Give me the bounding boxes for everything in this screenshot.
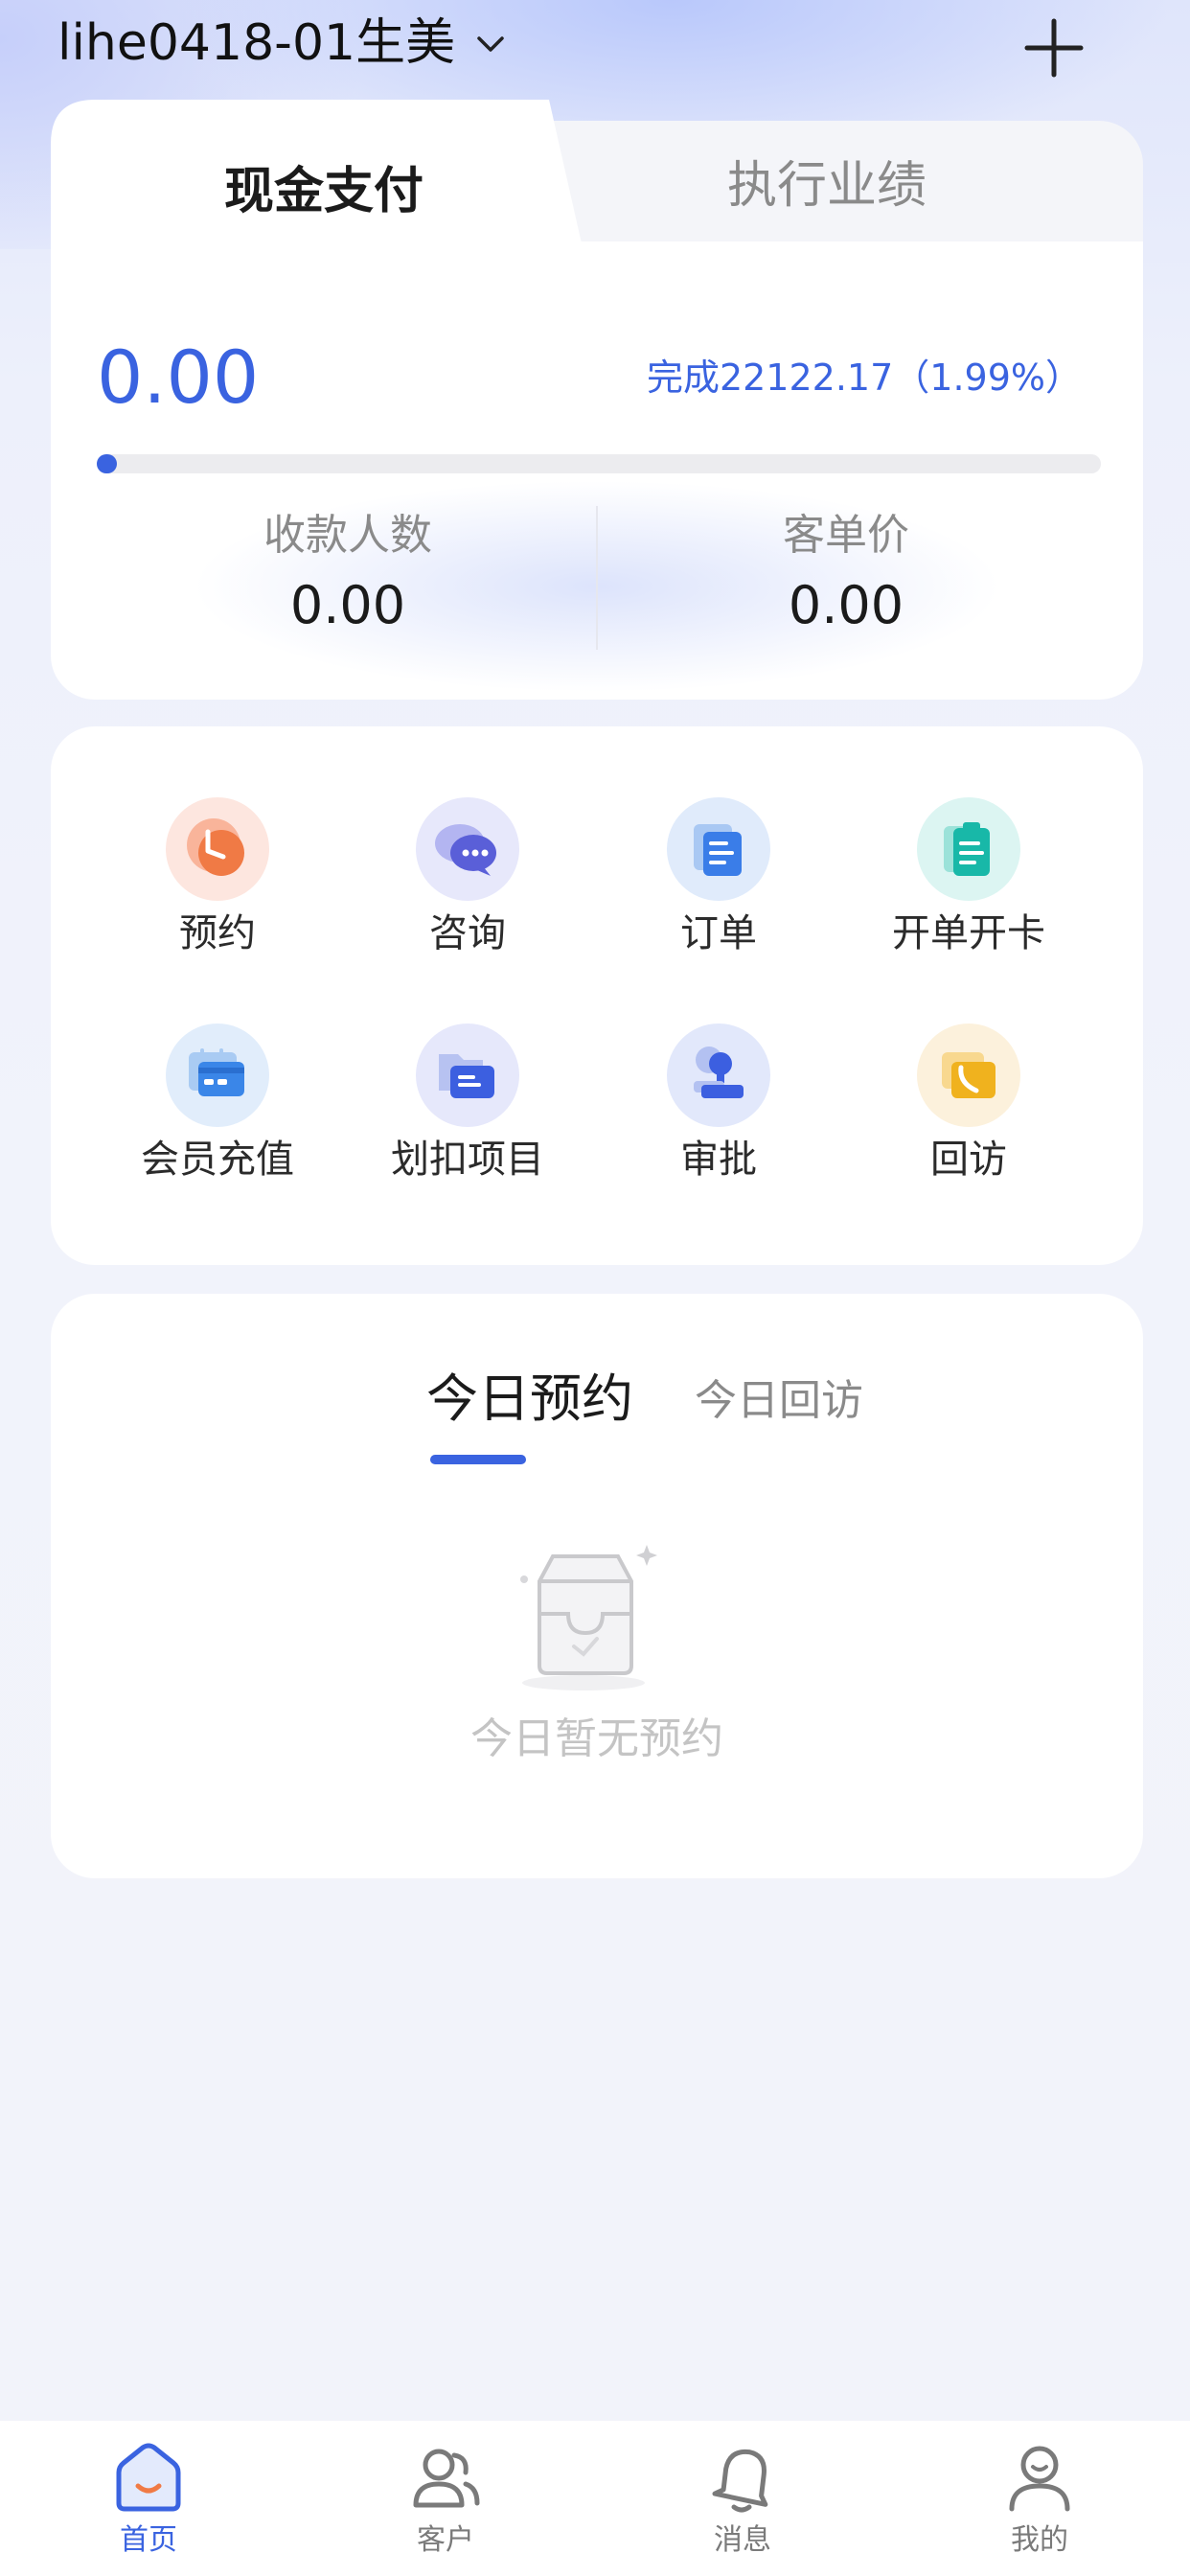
tab-cash-payment[interactable]: 现金支付 [51,144,597,240]
nav-label: 消息 [714,2523,771,2557]
action-approval[interactable]: 审批 [603,1024,833,1215]
bell-icon [712,2449,768,2513]
home-icon [116,2443,181,2512]
stat-value: 0.00 [289,575,406,635]
action-follow-up[interactable]: 回访 [853,1024,1083,1215]
action-order[interactable]: 订单 [603,797,833,989]
tab-today-follow-ups[interactable]: 今日回访 [635,1365,923,1438]
action-label: 会员充值 [141,1138,294,1182]
document-icon [667,797,770,901]
progress-fill [97,454,117,473]
calendar-card-icon [166,1024,269,1127]
performance-card: 现金支付 执行业绩 0.00 完成22122.17（1.99%） 收款人数 0.… [51,100,1143,700]
nav-messages[interactable]: 消息 [594,2421,891,2576]
action-member-recharge[interactable]: 会员充值 [102,1024,332,1215]
action-deduct-item[interactable]: 划扣项目 [352,1024,582,1215]
action-label: 划扣项目 [391,1138,544,1182]
action-label: 开单开卡 [892,911,1045,955]
empty-state-text: 今日暂无预约 [470,1714,723,1763]
clock-icon [166,797,269,901]
stat-avg-order: 客单价 0.00 [597,502,1095,642]
action-label: 预约 [179,911,256,955]
active-tab-indicator [430,1455,526,1464]
nav-label: 我的 [1011,2523,1068,2557]
customers-icon [413,2449,480,2508]
clipboard-icon [917,797,1020,901]
action-consult[interactable]: 咨询 [352,797,582,989]
nav-profile[interactable]: 我的 [891,2421,1188,2576]
store-name[interactable]: lihe0418-01生美 [57,10,455,77]
action-label: 订单 [680,911,757,955]
bottom-navigation: 首页 客户 消息 我的 [0,2421,1190,2576]
progress-bar [97,454,1101,473]
chevron-down-icon[interactable] [471,25,510,63]
action-label: 回访 [930,1138,1007,1182]
stat-label: 客单价 [783,511,909,560]
today-card: 今日预约 今日回访 今日暂无预约 [51,1294,1143,1878]
action-appointment[interactable]: 预约 [102,797,332,989]
tab-execution-performance[interactable]: 执行业绩 [616,138,1038,234]
nav-label: 客户 [417,2523,474,2557]
add-icon[interactable] [1018,12,1090,84]
empty-inbox-icon [520,1545,657,1690]
nav-label: 首页 [120,2523,177,2557]
completion-text: 完成22122.17（1.99%） [646,356,1082,399]
performance-amount: 0.00 [97,334,260,420]
action-open-card[interactable]: 开单开卡 [853,797,1083,989]
phone-card-icon [917,1024,1020,1127]
quick-actions-card: 预约 咨询 订单 开单开卡 会员充值 划扣项目 审批 回访 [51,726,1143,1265]
stat-payers: 收款人数 0.00 [99,502,597,642]
chat-bubbles-icon [416,797,519,901]
header: lihe0418-01生美 [0,0,1190,92]
nav-home[interactable]: 首页 [0,2421,297,2576]
stamp-icon [667,1024,770,1127]
profile-icon [1009,2446,1070,2512]
nav-customers[interactable]: 客户 [297,2421,594,2576]
stat-label: 收款人数 [263,511,432,560]
action-label: 咨询 [429,911,506,955]
stat-value: 0.00 [788,575,904,635]
action-label: 审批 [680,1138,757,1182]
folder-icon [416,1024,519,1127]
